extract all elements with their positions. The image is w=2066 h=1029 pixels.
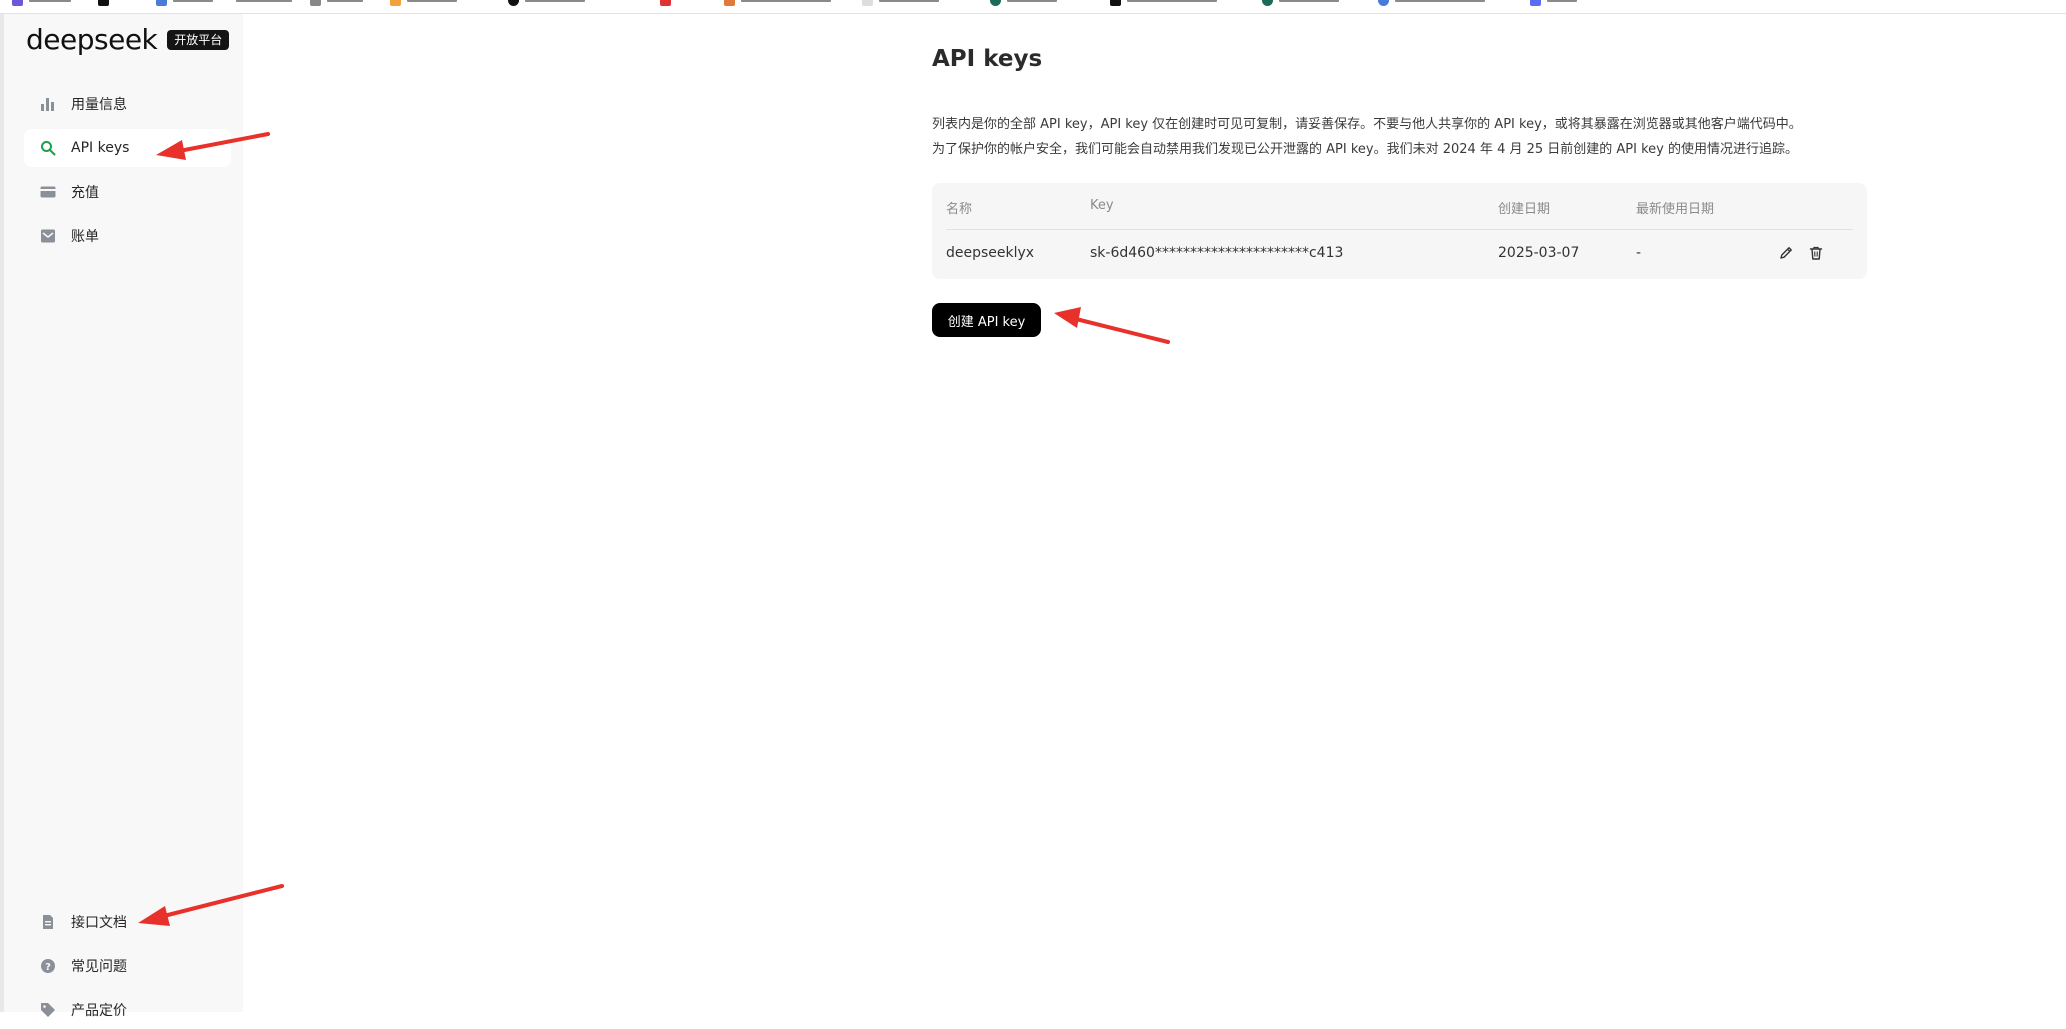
bookmark[interactable]	[1378, 0, 1485, 6]
key-value-cell: sk-6d460**********************c413	[1090, 245, 1343, 261]
bookmark-icon	[508, 0, 519, 6]
annotation-arrow	[1054, 307, 1168, 342]
bookmark-icon	[660, 0, 671, 6]
logo[interactable]: deepseek 开放平台	[26, 26, 229, 54]
description-line: 列表内是你的全部 API key，API key 仅在创建时可见可复制，请妥善保…	[932, 112, 1872, 137]
bookmark-icon	[1530, 0, 1541, 6]
document-icon	[40, 914, 56, 930]
bookmark-icon	[390, 0, 401, 6]
bookmark[interactable]	[990, 0, 1057, 6]
bookmark[interactable]	[156, 0, 213, 6]
bookmark[interactable]	[508, 0, 585, 6]
bookmark-icon	[724, 0, 735, 6]
sidebar-item-label: 用量信息	[71, 94, 127, 114]
bookmark-icon	[1110, 0, 1121, 6]
created-date-cell: 2025-03-07	[1498, 245, 1579, 261]
sidebar-item-label: 产品定价	[71, 1000, 127, 1020]
bookmark-icon	[862, 0, 873, 6]
sidebar-item-api-keys[interactable]: API keys	[24, 129, 231, 167]
sidebar-item-pricing[interactable]: 产品定价	[24, 991, 231, 1029]
bookmark-icon	[156, 0, 167, 6]
sidebar-item-label: 接口文档	[71, 912, 127, 932]
card-icon	[40, 184, 56, 200]
bill-icon	[40, 228, 56, 244]
sidebar-item-bills[interactable]: 账单	[24, 217, 231, 255]
column-header-key: Key	[1090, 198, 1114, 213]
create-api-key-button[interactable]: 创建 API key	[932, 303, 1041, 337]
bookmark[interactable]	[310, 0, 363, 6]
bookmark[interactable]	[236, 0, 292, 6]
sidebar-item-label: 常见问题	[71, 956, 127, 976]
column-header-created: 创建日期	[1498, 198, 1550, 217]
bookmark[interactable]	[724, 0, 831, 6]
bookmark-icon	[1262, 0, 1273, 6]
description-line: 为了保护你的帐户安全，我们可能会自动禁用我们发现已公开泄露的 API key。我…	[932, 137, 1872, 162]
tag-icon	[40, 1002, 56, 1018]
bookmark[interactable]	[98, 0, 109, 6]
sidebar-item-api-docs[interactable]: 接口文档	[24, 903, 231, 941]
last-used-cell: -	[1636, 245, 1641, 261]
column-header-name: 名称	[946, 198, 972, 217]
bookmark[interactable]	[660, 0, 671, 6]
bookmark[interactable]	[862, 0, 939, 6]
sidebar-item-usage[interactable]: 用量信息	[24, 85, 231, 123]
column-header-last-used: 最新使用日期	[1636, 198, 1714, 217]
bookmark-icon	[310, 0, 321, 6]
key-name-cell: deepseeklyx	[946, 245, 1034, 261]
page-title: API keys	[932, 46, 1042, 72]
sidebar: deepseek 开放平台 用量信息 API keys 充值 账单 接口文档	[0, 14, 243, 1012]
sidebar-item-recharge[interactable]: 充值	[24, 173, 231, 211]
bookmark-icon	[98, 0, 109, 6]
bookmark[interactable]	[12, 0, 71, 6]
edit-icon[interactable]	[1777, 244, 1795, 262]
bookmark-icon	[990, 0, 1001, 6]
header-divider	[946, 229, 1853, 230]
bookmarks-bar	[0, 0, 2066, 14]
sidebar-item-label: 账单	[71, 226, 99, 246]
bookmark-icon	[12, 0, 23, 6]
sidebar-item-label: 充值	[71, 182, 99, 202]
search-icon	[40, 140, 56, 156]
delete-icon[interactable]	[1807, 244, 1825, 262]
question-icon: ?	[40, 958, 56, 974]
bookmark[interactable]	[1262, 0, 1339, 6]
sidebar-item-faq[interactable]: ? 常见问题	[24, 947, 231, 985]
api-keys-table: 名称 Key 创建日期 最新使用日期 deepseeklyx sk-6d460*…	[932, 183, 1867, 279]
sidebar-item-label: API keys	[71, 140, 129, 156]
bookmark-icon	[1378, 0, 1389, 6]
bookmark[interactable]	[390, 0, 457, 6]
bookmark[interactable]	[1110, 0, 1217, 6]
platform-badge: 开放平台	[167, 30, 229, 50]
logo-wordmark: deepseek	[26, 26, 157, 54]
bookmark[interactable]	[1530, 0, 1577, 6]
svg-text:?: ?	[45, 962, 51, 973]
page-description: 列表内是你的全部 API key，API key 仅在创建时可见可复制，请妥善保…	[932, 112, 1872, 162]
bar-chart-icon	[40, 96, 56, 112]
